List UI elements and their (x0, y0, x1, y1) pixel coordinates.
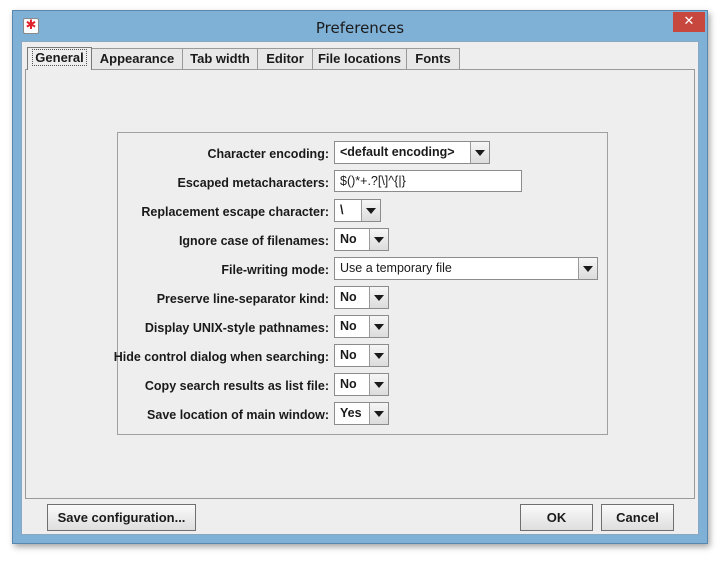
tab-appearance[interactable]: Appearance (91, 48, 183, 69)
tab-label: General (32, 49, 87, 66)
chevron-down-icon[interactable] (369, 374, 388, 395)
chevron-down-icon[interactable] (369, 316, 388, 337)
replacement-escape-label: Replacement escape character: (141, 205, 329, 219)
chevron-down-icon[interactable] (361, 200, 380, 221)
copy-search-results-label: Copy search results as list file: (144, 379, 329, 393)
window-title: Preferences (315, 19, 405, 37)
character-encoding-value: <default encoding> (340, 145, 455, 159)
preserve-line-separator-value: No (340, 290, 357, 304)
unix-pathnames-select[interactable]: No (334, 315, 389, 338)
file-writing-mode-value: Use a temporary file (340, 261, 452, 275)
chevron-down-icon[interactable] (369, 345, 388, 366)
save-location-value: Yes (340, 406, 362, 420)
preserve-line-separator-label: Preserve line-separator kind: (156, 292, 329, 306)
copy-search-results-select[interactable]: No (334, 373, 389, 396)
tab-fonts[interactable]: Fonts (406, 48, 460, 69)
ignore-case-label: Ignore case of filenames: (178, 234, 329, 248)
ok-button[interactable]: OK (520, 504, 593, 531)
tab-editor[interactable]: Editor (257, 48, 313, 69)
save-location-select[interactable]: Yes (334, 402, 389, 425)
chevron-down-icon[interactable] (369, 403, 388, 424)
ignore-case-select[interactable]: No (334, 228, 389, 251)
escaped-metacharacters-value: $()*+.?[\]^{|} (340, 174, 406, 188)
tab-tab-width[interactable]: Tab width (182, 48, 258, 69)
hide-control-dialog-label: Hide control dialog when searching: (113, 350, 329, 364)
unix-pathnames-label: Display UNIX-style pathnames: (144, 321, 329, 335)
chevron-down-icon[interactable] (369, 229, 388, 250)
escaped-metacharacters-label: Escaped metacharacters: (177, 176, 329, 190)
dialog-content: General Appearance Tab width Editor File… (21, 41, 699, 535)
tab-file-locations[interactable]: File locations (312, 48, 407, 69)
replacement-escape-value: \ (340, 203, 344, 217)
replacement-escape-select[interactable]: \ (334, 199, 381, 222)
unix-pathnames-value: No (340, 319, 357, 333)
preserve-line-separator-select[interactable]: No (334, 286, 389, 309)
general-settings-form: Character encoding: <default encoding> E… (113, 132, 608, 435)
title-bar[interactable]: ✱ Preferences ✕ (13, 11, 707, 41)
save-configuration-button[interactable]: Save configuration... (47, 504, 196, 531)
general-panel: Character encoding: <default encoding> E… (25, 69, 695, 499)
tab-general[interactable]: General (27, 47, 92, 70)
cancel-button[interactable]: Cancel (601, 504, 674, 531)
copy-search-results-value: No (340, 377, 357, 391)
hide-control-dialog-value: No (340, 348, 357, 362)
ignore-case-value: No (340, 232, 357, 246)
file-writing-mode-select[interactable]: Use a temporary file (334, 257, 598, 280)
save-location-label: Save location of main window: (147, 408, 329, 422)
escaped-metacharacters-field[interactable]: $()*+.?[\]^{|} (334, 170, 522, 192)
close-button[interactable]: ✕ (673, 12, 705, 32)
character-encoding-select[interactable]: <default encoding> (334, 141, 490, 164)
preferences-window: ✱ Preferences ✕ General Appearance Tab w… (12, 10, 708, 544)
hide-control-dialog-select[interactable]: No (334, 344, 389, 367)
chevron-down-icon[interactable] (369, 287, 388, 308)
chevron-down-icon[interactable] (470, 142, 489, 163)
file-writing-mode-label: File-writing mode: (221, 263, 329, 277)
character-encoding-label: Character encoding: (207, 147, 329, 161)
chevron-down-icon[interactable] (578, 258, 597, 279)
